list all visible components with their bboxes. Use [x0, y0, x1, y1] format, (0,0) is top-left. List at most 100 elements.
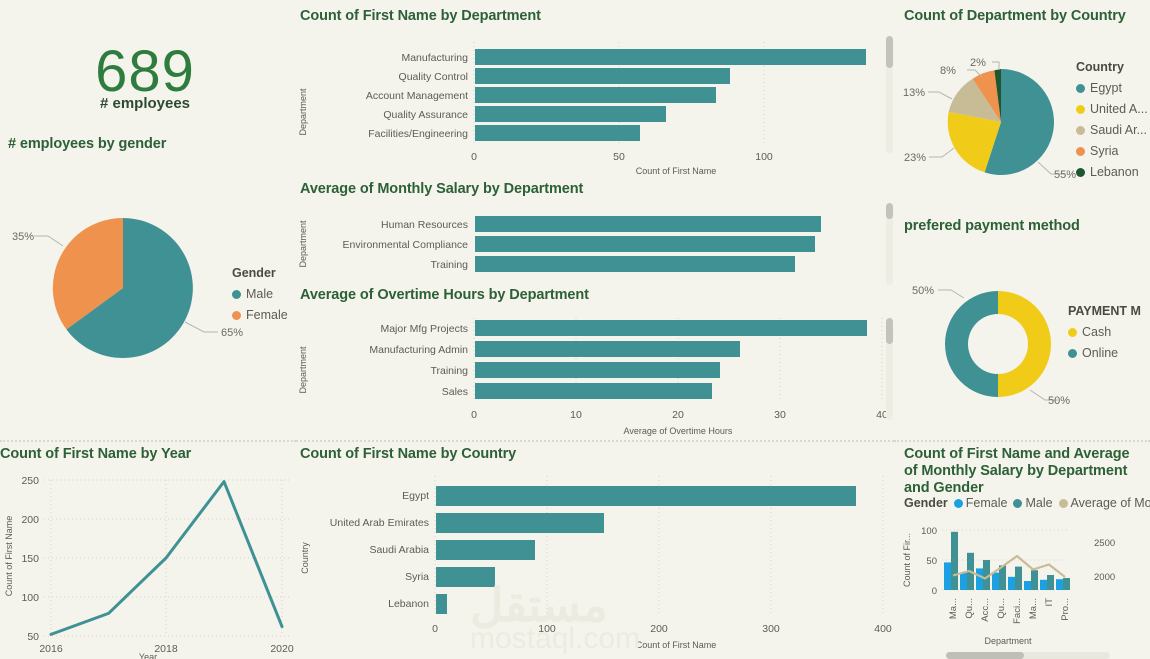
combo-bar-female-1[interactable] — [960, 572, 967, 590]
combo-hscroll-thumb[interactable] — [946, 652, 1024, 659]
combo-ytick-50: 50 — [926, 556, 937, 567]
dept-count-scroll-thumb[interactable] — [886, 36, 893, 68]
legend-item-cash[interactable]: Cash — [1068, 325, 1141, 339]
bar-cat-facilities: Facilities/Engineering — [368, 128, 468, 140]
bar-uae[interactable] — [436, 513, 604, 533]
country-bar-panel: Count of First Name by Country Country E… — [294, 444, 894, 659]
bar-account-management[interactable] — [475, 87, 716, 103]
ytick-250: 250 — [21, 475, 39, 487]
bar-egypt[interactable] — [436, 486, 856, 506]
year-line-title: Count of First Name by Year — [0, 446, 192, 462]
donut-slice-cash[interactable] — [998, 291, 1051, 397]
combo-xaxis-title: Department — [984, 636, 1032, 646]
payment-legend: PAYMENT M Cash Online — [1068, 304, 1141, 360]
bar-training-salary[interactable] — [475, 256, 795, 272]
year-line-chart[interactable]: Count of First Name 250 200 150 100 50 2… — [0, 464, 296, 654]
bar-facilities-engineering[interactable] — [475, 125, 640, 141]
combo-bar-female-6[interactable] — [1040, 579, 1047, 590]
legend-label-male: Male — [246, 287, 274, 301]
bar-lebanon[interactable] — [436, 594, 447, 614]
bar-human-resources[interactable] — [475, 216, 821, 232]
bar-cat-lebanon: Lebanon — [388, 598, 429, 610]
country-bar-title: Count of First Name by Country — [300, 446, 517, 462]
dept-count-scrollbar[interactable] — [886, 36, 893, 154]
bar-quality-control[interactable] — [475, 68, 730, 84]
pie-label-lebanon: 2% — [970, 57, 986, 69]
cb-xtick-100: 100 — [538, 623, 556, 635]
legend-item-syria[interactable]: Syria — [1076, 144, 1148, 158]
country-bar-chart[interactable]: Country Egypt United Arab Emirates Saudi… — [294, 466, 894, 656]
combo-y2tick-2000: 2000 — [1094, 572, 1115, 583]
legend-item-male[interactable]: Male — [232, 287, 288, 301]
dept-overtime-chart[interactable]: Department Major Mfg Projects Manufactur… — [294, 308, 894, 443]
legend-label-combo-male: Male — [1025, 496, 1053, 510]
callout-line-male — [184, 321, 218, 333]
ot-xtick-10: 10 — [570, 409, 582, 421]
legend-item-lebanon[interactable]: Lebanon — [1076, 165, 1148, 179]
bar-training-overtime[interactable] — [475, 362, 720, 378]
payment-donut-chart[interactable]: 50% 50% — [898, 252, 1088, 427]
combo-bar-female-7[interactable] — [1056, 579, 1063, 590]
combo-bar-male-0[interactable] — [951, 531, 958, 590]
legend-swatch-lebanon — [1076, 167, 1085, 177]
legend-item-combo-male[interactable]: Male — [1013, 496, 1053, 510]
bar-cat-human-resources: Human Resources — [381, 219, 468, 231]
pie-label-syria: 8% — [940, 65, 956, 77]
bar-manufacturing[interactable] — [475, 49, 866, 65]
dept-overtime-scroll-thumb[interactable] — [886, 318, 893, 344]
year-yaxis-title: Count of First Name — [4, 516, 14, 597]
bar-manufacturing-admin[interactable] — [475, 341, 740, 357]
bar-sales[interactable] — [475, 383, 712, 399]
year-line-panel: Count of First Name by Year Count of Fir… — [0, 444, 296, 659]
ytick-150: 150 — [21, 553, 39, 565]
legend-item-egypt[interactable]: Egypt — [1076, 81, 1148, 95]
donut-slice-online[interactable] — [945, 291, 998, 397]
bar-cat-quality-control: Quality Control — [399, 71, 468, 83]
combo-bar-female-0[interactable] — [944, 562, 951, 590]
combo-hscrollbar[interactable] — [946, 652, 1110, 659]
legend-swatch-male — [232, 289, 241, 299]
payment-legend-title: PAYMENT M — [1068, 304, 1141, 318]
bar-quality-assurance[interactable] — [475, 106, 666, 122]
combo-bar-female-4[interactable] — [1008, 576, 1015, 590]
bar-major-mfg-projects[interactable] — [475, 320, 867, 336]
combo-chart[interactable]: Count of Fir... 100 50 0 2500 2000 Ma...… — [898, 516, 1150, 656]
dept-count-chart[interactable]: Department Manufacturing Quality Control… — [294, 28, 894, 178]
combo-bar-male-4[interactable] — [1015, 566, 1022, 590]
dept-count-yaxis-title: Department — [298, 88, 308, 136]
legend-item-online[interactable]: Online — [1068, 346, 1141, 360]
xtick-0: 0 — [471, 151, 477, 163]
donut-label-cash: 50% — [1048, 395, 1070, 407]
combo-bar-male-7[interactable] — [1063, 578, 1070, 590]
combo-bar-male-5[interactable] — [1031, 570, 1038, 590]
callout-line-female — [34, 235, 64, 247]
bar-environmental-compliance[interactable] — [475, 236, 815, 252]
legend-item-combo-avg[interactable]: Average of Monthly . — [1058, 496, 1150, 510]
bar-cat-sales: Sales — [442, 386, 468, 398]
combo-bar-female-3[interactable] — [992, 572, 999, 590]
dept-salary-scroll-thumb[interactable] — [886, 203, 893, 219]
bar-cat-training-salary: Training — [430, 259, 468, 271]
country-pie-chart[interactable]: 55% 23% 13% 8% 2% — [898, 26, 1088, 201]
bar-saudi-arabia[interactable] — [436, 540, 535, 560]
dept-salary-chart[interactable]: Department Human Resources Environmental… — [294, 202, 894, 282]
cb-xtick-300: 300 — [762, 623, 780, 635]
combo-xtick-7: Pro... — [1060, 598, 1071, 621]
combo-bar-female-2[interactable] — [976, 568, 983, 590]
dept-overtime-xaxis-title: Average of Overtime Hours — [624, 426, 733, 436]
legend-item-saudi[interactable]: Saudi Ar... — [1076, 123, 1148, 137]
combo-bar-female-5[interactable] — [1024, 581, 1031, 590]
combo-bar-male-6[interactable] — [1047, 575, 1054, 590]
bar-cat-syria: Syria — [405, 571, 429, 583]
legend-item-uae[interactable]: United A... — [1076, 102, 1148, 116]
dept-salary-scrollbar[interactable] — [886, 203, 893, 285]
bar-cat-saudi-arabia: Saudi Arabia — [369, 544, 429, 556]
bar-cat-training-overtime: Training — [430, 365, 468, 377]
legend-item-combo-female[interactable]: Female — [953, 496, 1007, 510]
bar-cat-major-mfg-projects: Major Mfg Projects — [380, 323, 468, 335]
legend-item-female[interactable]: Female — [232, 308, 288, 322]
dept-overtime-scrollbar[interactable] — [886, 318, 893, 420]
combo-xtick-1: Qu... — [964, 598, 975, 619]
bar-syria[interactable] — [436, 567, 495, 587]
legend-swatch-female — [232, 310, 241, 320]
